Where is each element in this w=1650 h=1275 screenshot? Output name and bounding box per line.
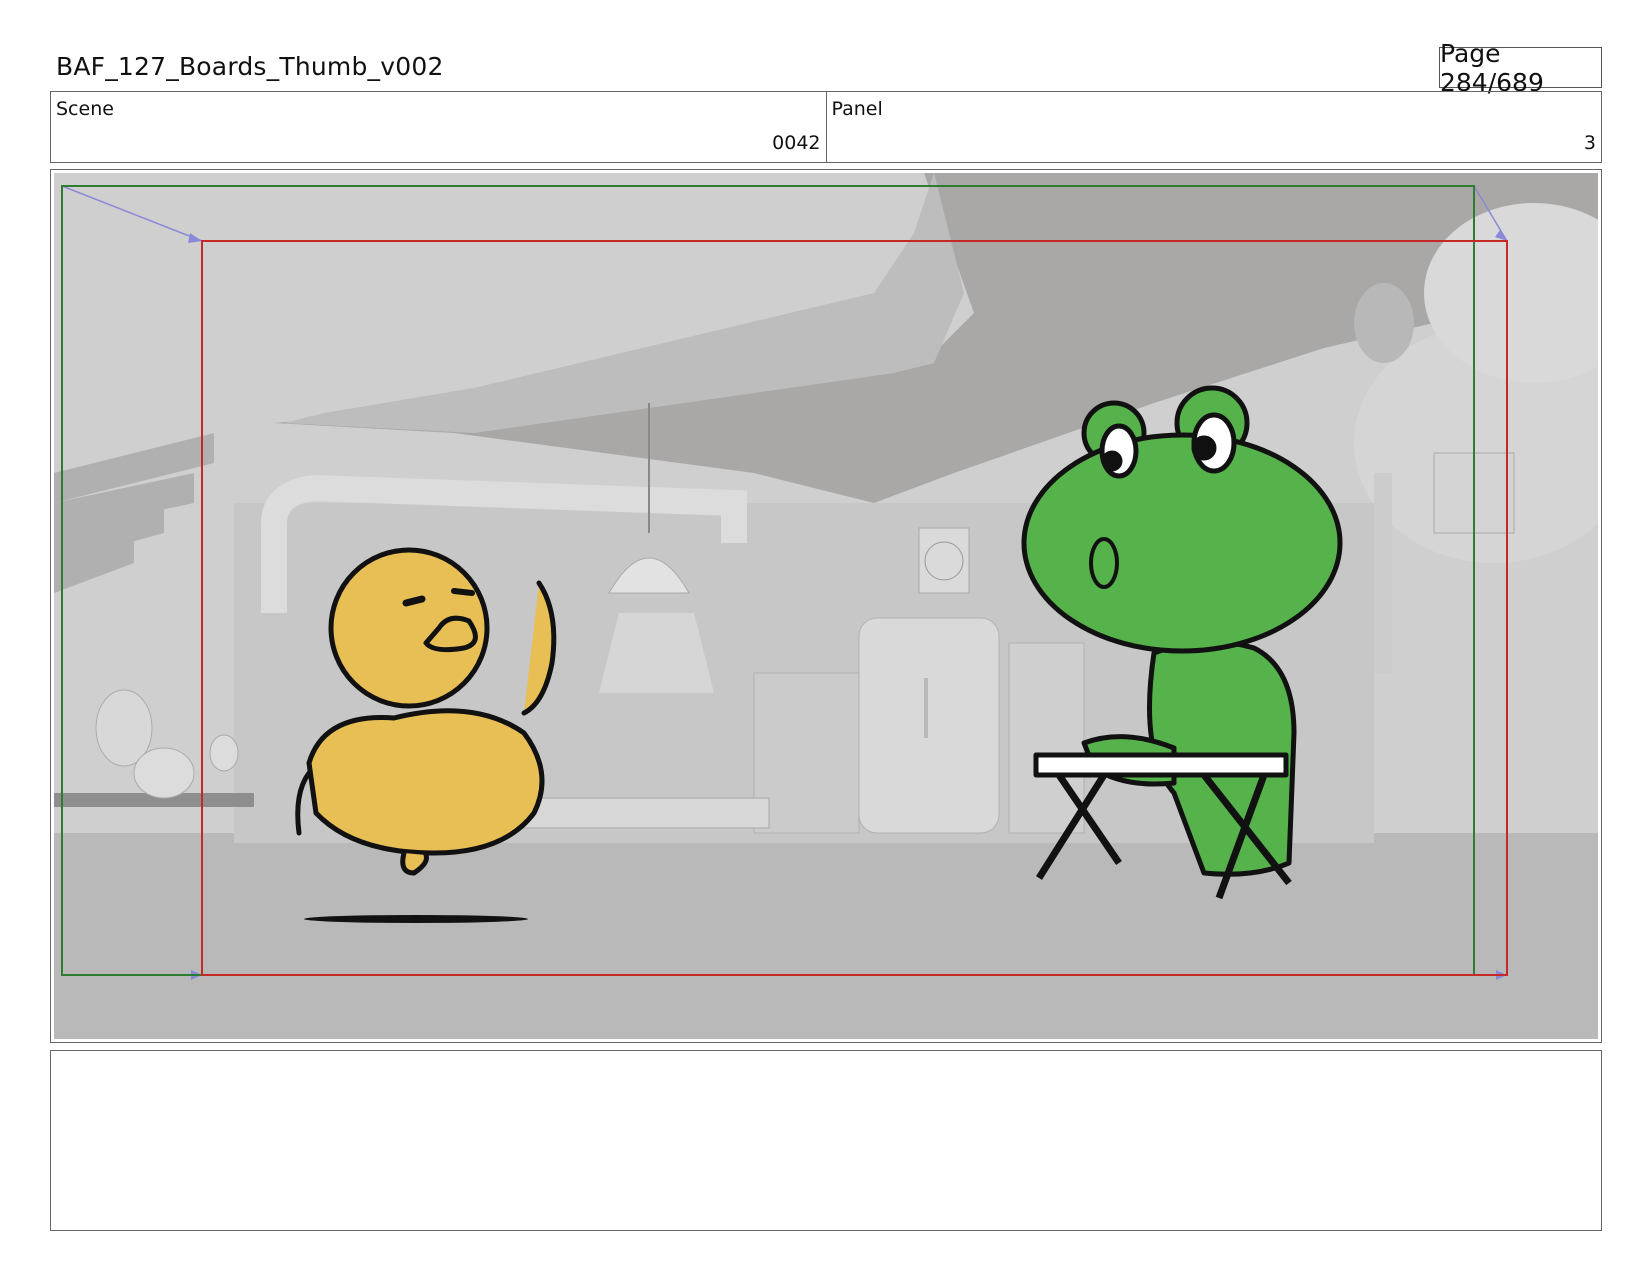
cabinets [753,672,860,834]
document-title: BAF_127_Boards_Thumb_v002 [56,52,444,81]
storyboard-frame [50,169,1602,1043]
wall-fan [918,527,970,594]
notes-box[interactable] [50,1050,1602,1231]
scene-number: 0042 [772,132,821,154]
info-row: Scene 0042 Panel 3 [50,91,1602,163]
kitchen-counter [508,797,770,829]
panel-cell: Panel 3 [825,92,1602,162]
page-indicator: Page 284/689 [1439,39,1602,97]
scene-label: Scene [56,98,114,120]
keyboard [1033,752,1289,778]
chick-shadow [304,915,528,923]
fridge [858,617,1000,834]
scene-cell: Scene 0042 [51,92,826,162]
panel-label: Panel [831,98,883,120]
storyboard-panel-image [54,173,1598,1039]
floor [54,833,1598,1039]
range-hood [599,613,714,693]
panel-number: 3 [1583,132,1596,154]
